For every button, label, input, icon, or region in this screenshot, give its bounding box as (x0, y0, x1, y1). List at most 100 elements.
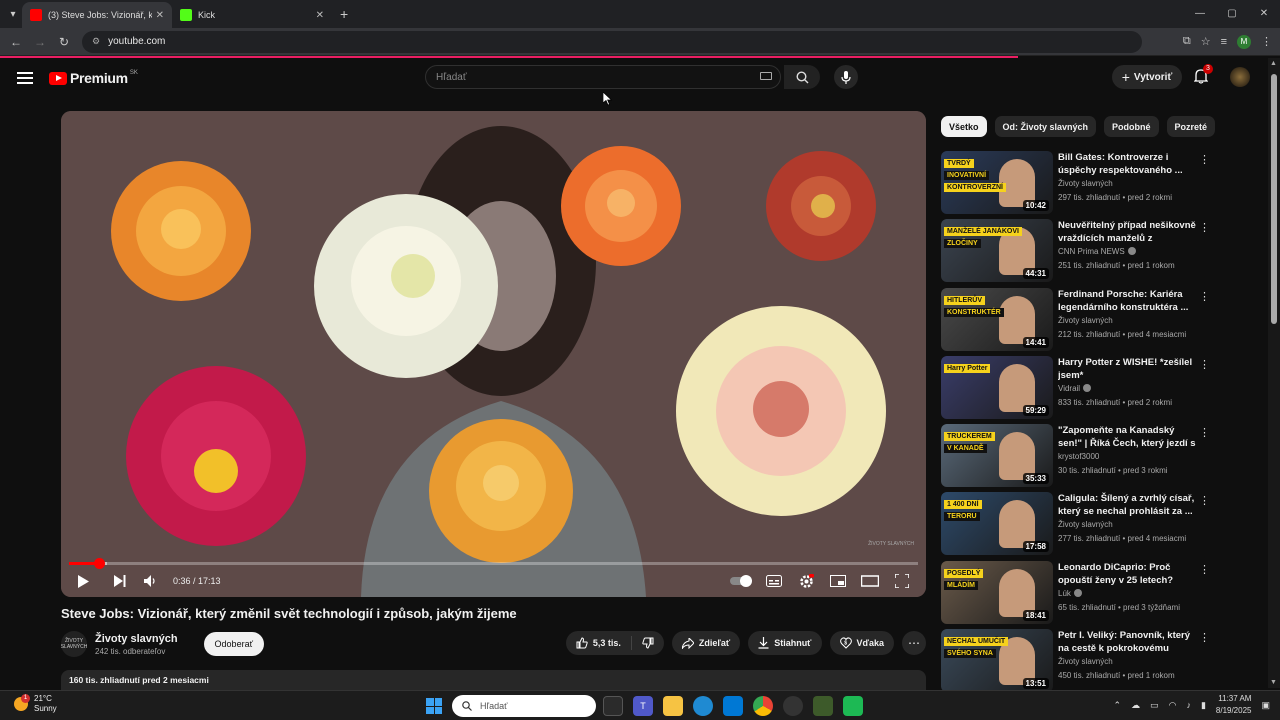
share-button[interactable]: Zdieľať (671, 631, 741, 655)
recommendation-channel[interactable]: Životy slavných (1058, 657, 1113, 666)
keyboard-icon[interactable] (760, 72, 772, 80)
volume-button[interactable] (135, 565, 165, 597)
forward-icon[interactable]: → (28, 35, 52, 49)
teams-icon[interactable]: T (633, 696, 653, 716)
new-tab-button[interactable]: + (340, 6, 348, 22)
tab-search-icon[interactable]: ▾ (4, 5, 22, 23)
hamburger-menu-icon[interactable] (17, 69, 33, 87)
thanks-button[interactable]: $ Vďaka (829, 631, 894, 655)
search-input[interactable]: Hľadať (425, 65, 781, 89)
recommendation-thumbnail[interactable]: NECHAL UMUČIT SVÉHO SYNA 13:51 (941, 629, 1053, 693)
search-button[interactable] (784, 65, 820, 89)
more-vert-icon[interactable]: ⋮ (1199, 494, 1210, 507)
scroll-up-icon[interactable]: ▲ (1270, 60, 1277, 67)
recommendation-title[interactable]: Petr I. Veliký: Panovník, který na cestě… (1058, 629, 1198, 655)
recommendation-thumbnail[interactable]: Harry Potter 59:29 (941, 355, 1053, 419)
site-info-icon[interactable]: ⚙ (92, 36, 100, 47)
recommendation-item[interactable]: HITLERŮV KONSTRUKTÉR 14:41 Ferdinand Porsch… (941, 287, 1216, 356)
recommendation-title[interactable]: Leonardo DiCaprio: Proč opouští ženy v 2… (1058, 561, 1198, 587)
recommendation-channel[interactable]: krystof3000 (1058, 452, 1099, 461)
recommendation-item[interactable]: NECHAL UMUČIT SVÉHO SYNA 13:51 Petr I. Veli… (941, 629, 1216, 697)
weather-widget[interactable]: 1 21°C Sunny (14, 694, 57, 714)
more-vert-icon[interactable]: ⋮ (1199, 563, 1210, 576)
next-button[interactable] (105, 565, 135, 597)
play-button[interactable] (61, 565, 105, 597)
minimize-icon[interactable]: — (1184, 0, 1216, 28)
channel-avatar[interactable]: ŽIVOTY SLAVNÝCH (61, 631, 87, 657)
bookmark-star-icon[interactable]: ☆ (1201, 35, 1211, 48)
recommendation-item[interactable]: TRUCKEREM V KANADĚ 35:33 "Zapomeňte na Kana… (941, 424, 1216, 492)
recommendation-item[interactable]: POSEDLÝ MLÁDÍM 18:41 Leonardo DiCaprio: Pro… (941, 560, 1216, 629)
recommendation-thumbnail[interactable]: 1 400 DNÍ TERORU 17:58 (941, 492, 1053, 556)
tray-chevron-icon[interactable]: ⌃ (1114, 700, 1122, 711)
scroll-down-icon[interactable]: ▼ (1270, 679, 1277, 686)
recommendation-thumbnail[interactable]: HITLERŮV KONSTRUKTÉR 14:41 (941, 287, 1053, 351)
windows-start-icon[interactable] (426, 698, 442, 714)
recommendation-title[interactable]: Neuvěřitelný případ nešikovně vraždících… (1058, 219, 1198, 245)
recommendation-item[interactable]: Harry Potter 59:29 Harry Potter z WISHE! *… (941, 355, 1216, 424)
recommendation-thumbnail[interactable]: TRUCKEREM V KANADĚ 35:33 (941, 424, 1053, 488)
recommendation-channel[interactable]: CNN Prima NEWS (1058, 247, 1136, 256)
page-scrollbar[interactable]: ▲ ▼ (1268, 58, 1280, 688)
app-icon-2[interactable] (813, 696, 833, 716)
subscribe-button[interactable]: Odoberať (203, 632, 264, 656)
theater-mode-button[interactable] (854, 565, 886, 597)
more-vert-icon[interactable]: ⋮ (1199, 290, 1210, 303)
recommendation-item[interactable]: TVRDÝ INOVATIVNÍ KONTROVERZNÍ 10:42 Bill Gat… (941, 151, 1216, 219)
close-tab-icon[interactable]: ✕ (316, 10, 324, 21)
clock[interactable]: 11:37 AM 8/19/2025 (1216, 693, 1252, 717)
recommendation-title[interactable]: Harry Potter z WISHE! *zešílel jsem* (1058, 356, 1198, 382)
app-icon-3[interactable] (843, 696, 863, 716)
battery-icon[interactable]: ▮ (1201, 700, 1206, 711)
notifications-button[interactable]: 3 (1193, 64, 1213, 86)
close-tab-icon[interactable]: ✕ (156, 10, 164, 21)
recommendation-title[interactable]: "Zapomeňte na Kanadský sen!" | Říká Čech… (1058, 424, 1198, 450)
more-vert-icon[interactable]: ⋮ (1199, 221, 1210, 234)
taskbar-search-input[interactable]: Hľadať (452, 695, 596, 717)
recommendation-title[interactable]: Bill Gates: Kontroverze i úspěchy respek… (1058, 151, 1198, 177)
profile-avatar[interactable]: M (1237, 34, 1251, 49)
edge-icon[interactable] (693, 696, 713, 716)
scrollbar-thumb[interactable] (1271, 74, 1277, 324)
app-icon[interactable] (783, 696, 803, 716)
speaker-icon[interactable]: ♪ (1186, 700, 1191, 710)
store-icon[interactable] (723, 696, 743, 716)
recommendation-thumbnail[interactable]: MANŽELÉ JANÁKOVI ZLOČINY 44:31 (941, 219, 1053, 283)
close-window-icon[interactable]: ✕ (1248, 0, 1280, 28)
onedrive-icon[interactable]: ☁ (1131, 700, 1140, 711)
more-vert-icon[interactable]: ⋮ (1199, 358, 1210, 371)
recommendation-item[interactable]: 1 400 DNÍ TERORU 17:58 Caligula: Šílený a z… (941, 492, 1216, 560)
task-view-icon[interactable] (603, 696, 623, 716)
recommendation-channel[interactable]: Životy slavných (1058, 179, 1113, 188)
settings-button[interactable] (790, 565, 822, 597)
chip-all[interactable]: Všetko (941, 116, 987, 137)
autoplay-toggle[interactable] (726, 565, 758, 597)
video-player[interactable]: ŽIVOTY SLAVNÝCH 0:36 / 17:13 (61, 111, 926, 597)
more-vert-icon[interactable]: ⋮ (1199, 631, 1210, 644)
back-icon[interactable]: ← (4, 35, 28, 49)
cast-icon[interactable]: ⧉ (1183, 35, 1191, 48)
fullscreen-button[interactable] (886, 565, 918, 597)
chrome-icon[interactable] (753, 696, 773, 716)
miniplayer-button[interactable] (822, 565, 854, 597)
chip-related[interactable]: Podobné (1104, 116, 1159, 137)
create-button[interactable]: + Vytvoriť (1112, 65, 1182, 89)
file-explorer-icon[interactable] (663, 696, 683, 716)
like-button[interactable]: 5,3 tis. (566, 631, 631, 655)
recommendation-channel[interactable]: Životy slavných (1058, 316, 1113, 325)
tab-youtube[interactable]: (3) Steve Jobs: Vizionář, který zm ✕ (22, 2, 172, 28)
channel-name[interactable]: Životy slavných (95, 633, 178, 645)
recommendation-title[interactable]: Caligula: Šílený a zvrhlý císař, který s… (1058, 492, 1198, 518)
voice-search-button[interactable] (834, 65, 858, 89)
more-vert-icon[interactable]: ⋮ (1199, 426, 1210, 439)
tab-kick[interactable]: Kick ✕ (172, 2, 332, 28)
subtitles-button[interactable] (758, 565, 790, 597)
chip-from-channel[interactable]: Od: Životy slavných (994, 116, 1097, 137)
more-vert-icon[interactable]: ⋮ (1199, 153, 1210, 166)
browser-menu-icon[interactable]: ⋮ (1261, 35, 1272, 48)
recommendation-item[interactable]: MANŽELÉ JANÁKOVI ZLOČINY 44:31 Neuvěřitelný… (941, 219, 1216, 287)
url-field[interactable]: ⚙ youtube.com (82, 30, 1142, 53)
dislike-button[interactable] (632, 631, 664, 655)
more-actions-button[interactable]: ⋯ (902, 631, 926, 655)
youtube-premium-logo[interactable]: Premium SK (49, 70, 138, 86)
